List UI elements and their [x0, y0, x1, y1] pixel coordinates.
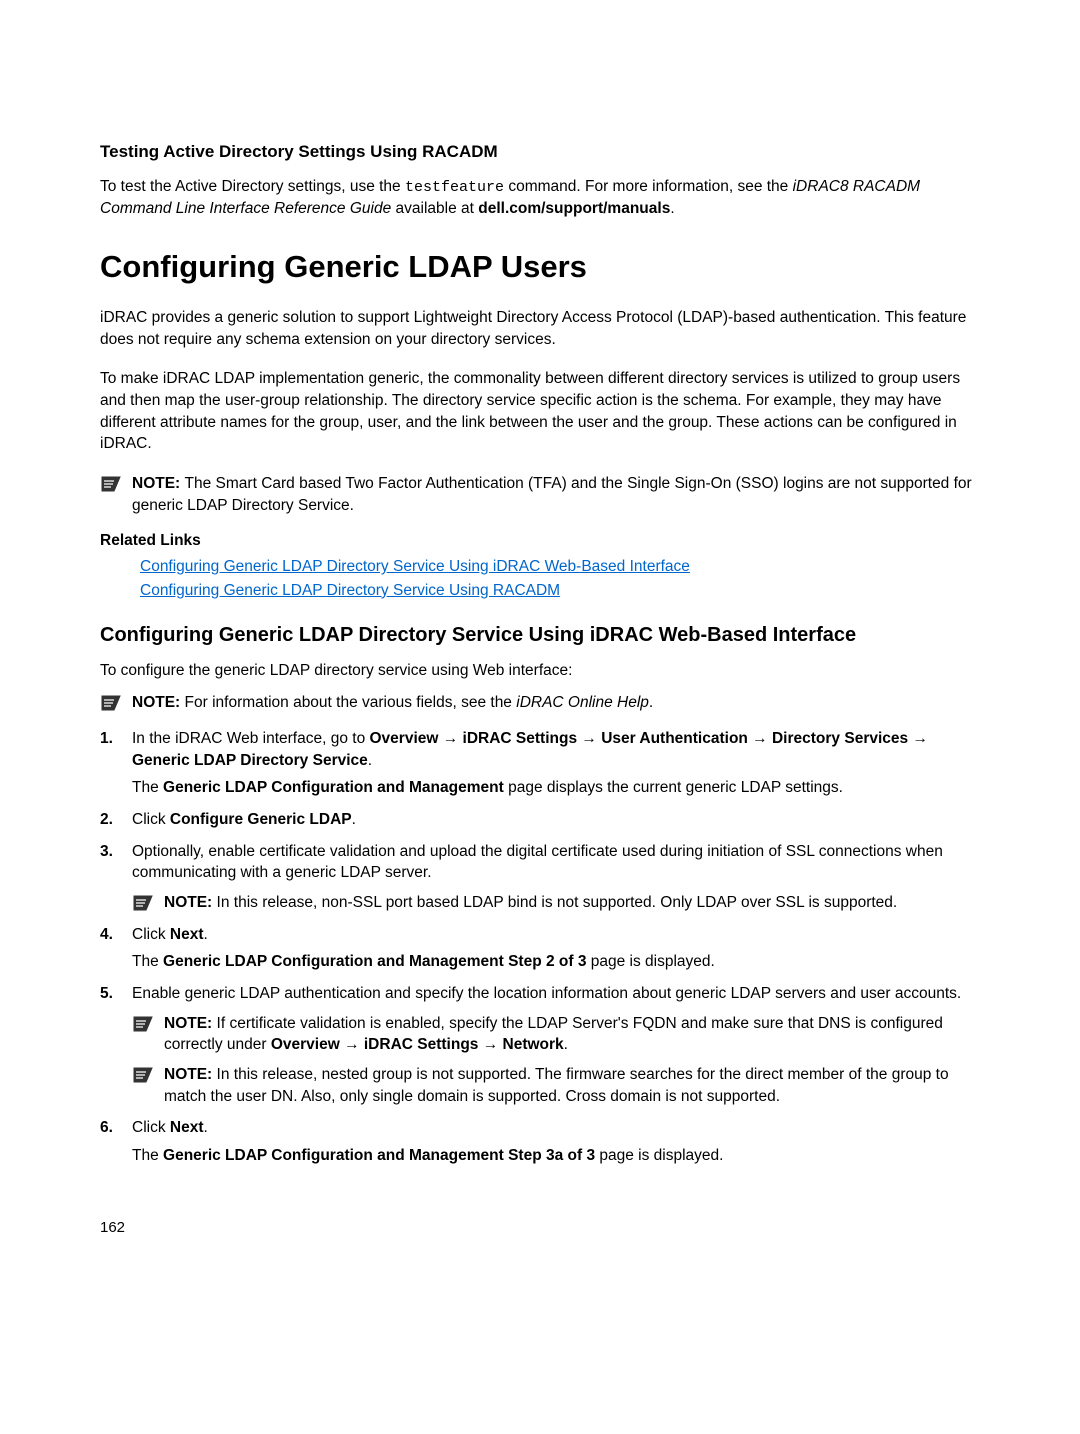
text: Click: [132, 926, 170, 943]
sub-intro: To configure the generic LDAP directory …: [100, 660, 980, 682]
nested-note: NOTE: In this release, non-SSL port base…: [132, 892, 980, 914]
step-text: Click Next.: [132, 924, 980, 946]
note-body: In this release, nested group is not sup…: [164, 1066, 949, 1105]
bold-text: dell.com/support/manuals: [478, 200, 670, 217]
step-4: Click Next. The Generic LDAP Configurati…: [100, 924, 980, 973]
text: The: [132, 779, 163, 796]
note-content: NOTE: For information about the various …: [132, 692, 653, 714]
note-icon: [100, 475, 122, 493]
note-body: In this release, non-SSL port based LDAP…: [217, 894, 898, 911]
text: In the iDRAC Web interface, go to: [132, 730, 370, 747]
text: The: [132, 1147, 163, 1164]
note-block: NOTE: For information about the various …: [100, 692, 980, 714]
para-text: To test the Active Directory settings, u…: [100, 178, 405, 195]
steps-list: In the iDRAC Web interface, go to Overvi…: [100, 728, 980, 1167]
related-links-heading: Related Links: [100, 530, 980, 552]
step-text: Optionally, enable certificate validatio…: [132, 841, 980, 884]
intro-para-1: iDRAC provides a generic solution to sup…: [100, 307, 980, 350]
note-content: NOTE: The Smart Card based Two Factor Au…: [132, 473, 980, 516]
related-links-list: Configuring Generic LDAP Directory Servi…: [140, 556, 980, 601]
text: Click: [132, 811, 170, 828]
section-para: To test the Active Directory settings, u…: [100, 176, 980, 220]
text: .: [368, 752, 372, 769]
section-heading: Testing Active Directory Settings Using …: [100, 140, 980, 164]
note-content: NOTE: In this release, nested group is n…: [164, 1064, 980, 1107]
nested-note: NOTE: In this release, nested group is n…: [132, 1064, 980, 1107]
bold-text: Generic LDAP Configuration and Managemen…: [163, 1147, 595, 1164]
text: .: [352, 811, 356, 828]
note-label: NOTE:: [164, 1015, 217, 1032]
note-block: NOTE: The Smart Card based Two Factor Au…: [100, 473, 980, 516]
note-icon: [132, 1015, 154, 1033]
step-3: Optionally, enable certificate validatio…: [100, 841, 980, 914]
text: page is displayed.: [595, 1147, 723, 1164]
note-body: The Smart Card based Two Factor Authenti…: [132, 475, 972, 514]
intro-para-2: To make iDRAC LDAP implementation generi…: [100, 368, 980, 455]
step-2: Click Configure Generic LDAP.: [100, 809, 980, 831]
bold-text: Configure Generic LDAP: [170, 811, 352, 828]
step-result: The Generic LDAP Configuration and Manag…: [132, 951, 980, 973]
text: page displays the current generic LDAP s…: [504, 779, 843, 796]
step-5: Enable generic LDAP authentication and s…: [100, 983, 980, 1107]
step-text: Enable generic LDAP authentication and s…: [132, 983, 980, 1005]
para-text: .: [670, 200, 674, 217]
note-icon: [100, 694, 122, 712]
note-icon: [132, 894, 154, 912]
text: Click: [132, 1119, 170, 1136]
step-text: In the iDRAC Web interface, go to Overvi…: [132, 728, 980, 771]
note-label: NOTE:: [164, 1066, 217, 1083]
bold-text: Next: [170, 1119, 204, 1136]
step-6: Click Next. The Generic LDAP Configurati…: [100, 1117, 980, 1166]
link-ldap-racadm[interactable]: Configuring Generic LDAP Directory Servi…: [140, 580, 980, 602]
page-title: Configuring Generic LDAP Users: [100, 245, 980, 288]
step-result: The Generic LDAP Configuration and Manag…: [132, 1145, 980, 1167]
note-label: NOTE:: [132, 475, 185, 492]
bold-text: Next: [170, 926, 204, 943]
bold-text: Generic LDAP Configuration and Managemen…: [163, 779, 504, 796]
page-number: 162: [100, 1217, 980, 1238]
link-ldap-web[interactable]: Configuring Generic LDAP Directory Servi…: [140, 556, 980, 578]
note-body: For information about the various fields…: [185, 694, 517, 711]
note-content: NOTE: In this release, non-SSL port base…: [164, 892, 980, 914]
note-body: .: [649, 694, 653, 711]
text: The: [132, 953, 163, 970]
text: .: [204, 1119, 208, 1136]
note-body: .: [564, 1036, 568, 1053]
note-label: NOTE:: [164, 894, 217, 911]
note-italic: iDRAC Online Help: [516, 694, 649, 711]
code-text: testfeature: [405, 179, 504, 196]
note-content: NOTE: If certificate validation is enabl…: [164, 1013, 980, 1056]
bold-text: Overview → iDRAC Settings → Network: [271, 1036, 564, 1053]
note-icon: [132, 1066, 154, 1084]
step-text: Click Configure Generic LDAP.: [132, 809, 980, 831]
text: .: [204, 926, 208, 943]
para-text: available at: [391, 200, 478, 217]
step-result: The Generic LDAP Configuration and Manag…: [132, 777, 980, 799]
text: page is displayed.: [586, 953, 714, 970]
note-label: NOTE:: [132, 694, 185, 711]
bold-text: Generic LDAP Configuration and Managemen…: [163, 953, 586, 970]
nested-note: NOTE: If certificate validation is enabl…: [132, 1013, 980, 1056]
sub-heading: Configuring Generic LDAP Directory Servi…: [100, 623, 980, 648]
step-text: Click Next.: [132, 1117, 980, 1139]
step-1: In the iDRAC Web interface, go to Overvi…: [100, 728, 980, 799]
para-text: command. For more information, see the: [504, 178, 793, 195]
